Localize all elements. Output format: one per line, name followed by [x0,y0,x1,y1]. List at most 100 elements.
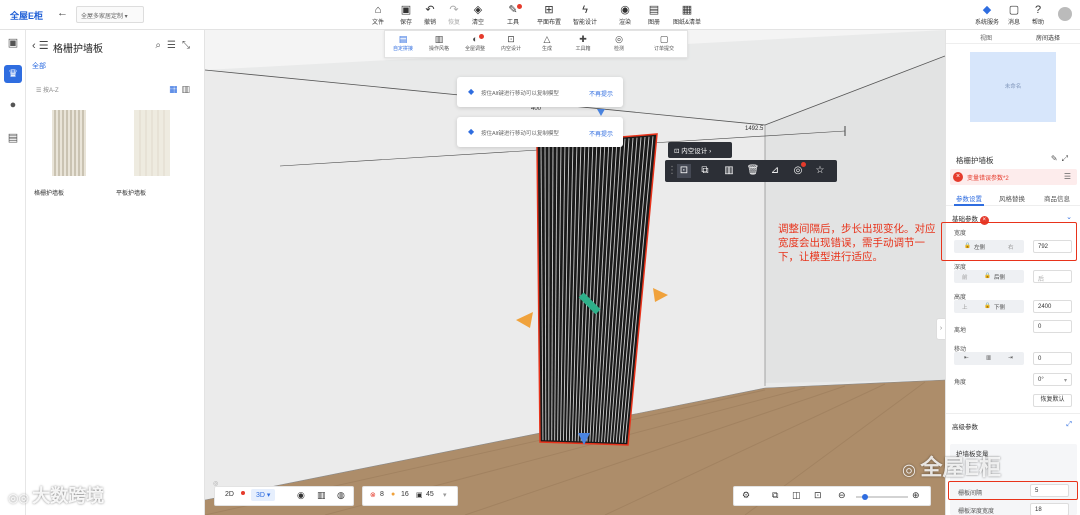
star-icon[interactable]: ☆ [813,164,827,178]
height-input[interactable]: 2400 [1033,300,1072,313]
tool-custom-splice[interactable]: ▤ 自定拼接 [389,34,417,52]
toolbar-messages[interactable]: ▢ 消息 [1003,4,1025,26]
toolbar-floorplan[interactable]: ⊞ 平面布置 [534,4,564,26]
view-3d-toggle[interactable]: 3D ▾ [251,489,276,501]
menu-icon[interactable]: ☰ [1064,172,1071,181]
move-left-icon[interactable]: ⇤ [964,355,969,361]
bell-icon: ◆ [468,87,475,96]
zoom-out-icon[interactable]: ⊖ [838,490,846,501]
toolbar-save[interactable]: ▣ 保存 [395,4,417,26]
collapse-icon[interactable]: ⤡ [182,40,196,51]
expand-icon[interactable]: ⤢ [1066,421,1072,429]
collapse-panel-icon[interactable]: › [936,318,945,340]
dimension-right[interactable]: 1492.5 [745,126,763,132]
move-input[interactable]: 0 [1033,352,1072,365]
notification-dot [801,162,806,167]
toolbar-redo[interactable]: ↷ 恢复 [443,4,465,26]
tab-view[interactable]: 视图 [980,33,992,42]
dismiss-link[interactable]: 不再提示 [589,89,613,98]
layers-icon[interactable]: ▥ [317,490,326,501]
move-center-icon[interactable]: ▥ [986,355,991,361]
tool-style[interactable]: ▥ 操作风格 [425,34,453,52]
cabinet-icon[interactable]: ▤ [4,129,22,147]
category-all[interactable]: 全部 [32,61,46,71]
depth-input[interactable]: 后 [1033,270,1072,283]
toolbar-album[interactable]: ▤ 图册 [643,4,665,26]
error-banner[interactable]: × 变量错误参数*2 ☰ [950,169,1077,185]
ground-input[interactable]: 0 [1033,320,1072,333]
crown-icon[interactable]: ♛ [4,65,22,83]
camera-icon[interactable]: ◫ [792,490,801,501]
copy-icon[interactable]: ⧉ [698,164,712,178]
tab-params[interactable]: 参数设置 [956,193,982,203]
interior-icon: ⊡ [507,34,515,44]
toolbar-service[interactable]: ◆ 系统服务 [974,4,1000,26]
zoom-in-icon[interactable]: ⊕ [912,490,920,501]
tool-toolbox[interactable]: ✚ 工具箱 [569,34,597,52]
item-icon: ▣ [416,492,423,499]
snapshot-icon[interactable]: ⧉ [772,490,778,501]
library-item[interactable]: 平板护墙板 [116,102,186,197]
toolbar-undo[interactable]: ↶ 撤销 [419,4,441,26]
status-bar[interactable]: ⊗ 8 ● 16 ▣ 45 ▾ [362,486,458,506]
toolbar-drawings[interactable]: ▦ 图纸&清单 [670,4,704,26]
back-arrow-icon[interactable]: ← [57,7,68,19]
chevron-down-icon[interactable]: ⌄ [1066,213,1072,221]
grid-view-icon[interactable]: ▦ [169,84,182,94]
measure-icon[interactable]: ⊿ [768,164,782,178]
user-icon[interactable]: ● [4,96,22,114]
tab-product-info[interactable]: 商品信息 [1044,193,1070,203]
toolbar-render[interactable]: ◉ 渲染 [614,4,636,26]
select-icon[interactable]: ⊡ [677,164,691,178]
eye-icon[interactable]: ◉ [297,490,305,501]
toolbar-clear[interactable]: ◈ 清空 [467,4,489,26]
lightning-icon: ϟ [582,4,588,16]
split-icon[interactable]: ▥ [722,164,736,178]
left-nav: ▣ ♛ ● ▤ [0,30,26,515]
inner-design-button[interactable]: ⊡ 内空设计 › [668,142,732,158]
save-icon: ▣ [400,4,412,16]
avatar[interactable] [1058,7,1072,21]
watermark-left: ◎◎ 大数跨境 [8,486,105,506]
tab-style-replace[interactable]: 风格替换 [999,193,1025,203]
tool-house-adjust[interactable]: ◐ 全屋调整 [461,34,489,52]
project-select[interactable]: 全屋多家居定制 ▾ [76,6,144,23]
search-icon[interactable]: ⌕ [155,40,167,51]
toast-notice: ◆ 按住Alt键进行移动可以复制模型 不再提示 [457,77,623,107]
angle-select[interactable]: 0° ▾ [1033,373,1072,386]
bottom-input[interactable]: 18 [1030,503,1069,515]
box-icon[interactable]: ▣ [4,34,22,52]
tab-room-select[interactable]: 房间选择 [1036,33,1060,42]
view-2d-toggle[interactable]: 2D [225,491,234,498]
delete-icon[interactable]: 🗑 [746,164,760,178]
settings-icon[interactable]: ⚙ [742,490,750,501]
library-item[interactable]: 格栅护墙板 [34,102,104,197]
list-view-icon[interactable]: ▥ [181,84,194,94]
tool-generate[interactable]: △ 生成 [533,34,561,52]
material-icon[interactable]: ◍ [337,490,345,501]
expand-icon[interactable]: ⤢ [1062,154,1072,163]
toolbar-tools[interactable]: ✎ 工具 [502,4,524,26]
room-thumbnail[interactable]: 未命名 [970,52,1056,122]
sort-toggle[interactable]: ☰ 按A-Z [36,85,59,94]
move-right-icon[interactable]: ⇥ [1008,355,1013,361]
advanced-params-title: 高级参数 [952,424,978,431]
toolbar-smart-design[interactable]: ϟ 智能设计 [570,4,600,26]
zoom-slider-handle[interactable] [862,494,868,500]
list-icon[interactable]: ☰ [167,40,182,51]
check-icon: ◎ [615,34,623,44]
toolbar-file[interactable]: ⌂ 文件 [367,4,389,26]
drag-handle-icon[interactable]: ⋮ [667,164,677,178]
brush-icon: ▥ [434,34,444,44]
edit-icon[interactable]: ✎ [1051,154,1062,163]
fit-view-icon[interactable]: ⊡ [814,490,822,501]
depth-lock-group[interactable]: 前 🔒 后侧 [954,270,1024,283]
tool-order-submit[interactable]: ▢ 订单提交 [647,34,681,52]
chevron-left-icon[interactable]: ‹ ☰ [32,39,49,52]
height-lock-group[interactable]: 上 🔒 下侧 [954,300,1024,313]
restore-default-button[interactable]: 恢复默认 [1033,394,1072,407]
tool-check[interactable]: ◎ 检测 [605,34,633,52]
toolbar-help[interactable]: ? 帮助 [1027,4,1049,26]
dismiss-link[interactable]: 不再提示 [589,129,613,138]
tool-interior-design[interactable]: ⊡ 内空设计 [497,34,525,52]
